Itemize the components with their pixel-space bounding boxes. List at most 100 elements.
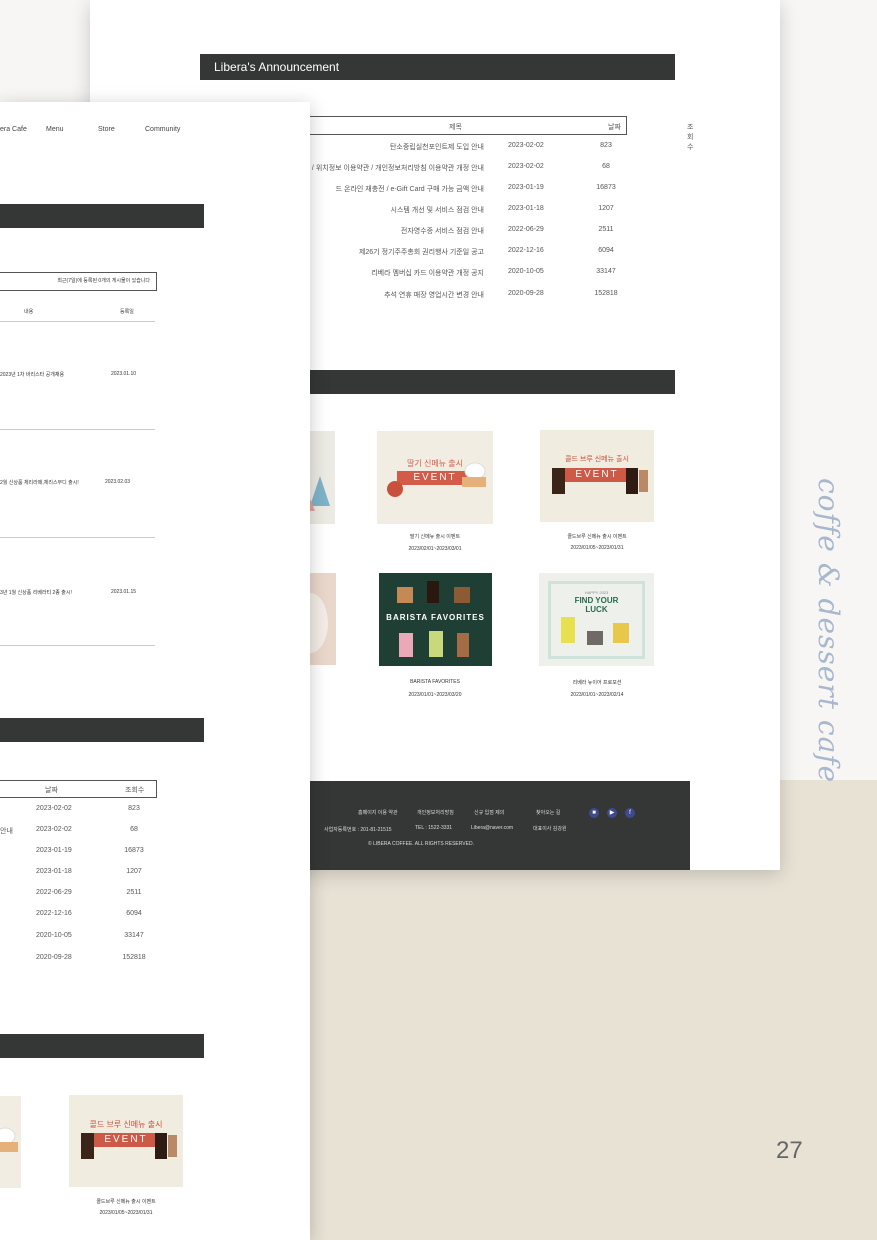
front-row-views: 2511 (126, 889, 142, 896)
front-event-period: 2023/01/05~2023/01/31 (99, 1210, 153, 1216)
front-col-views: 조회수 (125, 787, 145, 794)
announcement-row-views: 16873 (596, 184, 616, 191)
announcement-row-views: 2511 (598, 226, 614, 233)
announcement-row-title: 전자영수증 서비스 점검 안내 (400, 228, 484, 235)
chat-icon[interactable]: ■ (589, 808, 599, 818)
front-col-date: 날짜 (45, 787, 58, 794)
footer-copyright: © LIBERA COFFEE. ALL RIGHTS RESERVED. (368, 841, 474, 847)
nav-item-community[interactable]: Community (145, 126, 180, 133)
event-period-coldbrew: 2023/01/05~2023/01/31 (570, 545, 624, 551)
event-period-barista: 2023/01/01~2023/03/20 (408, 692, 462, 698)
event-caption-coldbrew: 콜드브루 신메뉴 출시 이벤트 (567, 534, 627, 540)
divider (0, 537, 155, 538)
announcement-row-date: 2023-01-18 (508, 205, 544, 212)
event-thumb-strawberry[interactable]: 딸기 신메뉴 출시 EVENT (377, 431, 493, 524)
footer-link-directions[interactable]: 찾아오는 길 (536, 809, 560, 816)
youtube-icon[interactable]: ▶ (607, 808, 617, 818)
announcement-heading-text: Libera's Announcement (214, 60, 340, 74)
front-announcement-heading-bar (0, 718, 204, 742)
announcement-row-views: 152818 (594, 290, 618, 297)
footer-link-privacy[interactable]: 개인정보처리방침 (417, 809, 454, 816)
front-row-views: 33147 (124, 932, 144, 939)
front-row-views: 68 (130, 826, 138, 833)
front-table-header: 날짜 조회수 (0, 780, 157, 798)
front-event-caption: 콜드브루 신메뉴 출시 이벤트 (96, 1199, 156, 1205)
front-row-views: 823 (128, 805, 140, 812)
event-period-newyear: 2023/01/01~2023/02/14 (570, 692, 624, 698)
announcement-row-title: 시스템 개선 및 서비스 점검 안내 (390, 207, 484, 214)
front-row-date: 2020-10-05 (36, 932, 72, 939)
announcement-row-views: 1207 (598, 205, 614, 212)
announcement-row-title: 관방침 / 위치정보 이용약관 / 개인정보처리방침 이용약관 개정 안내 (290, 165, 484, 172)
announcement-table-header: 제목 날짜 조회수 (300, 116, 693, 151)
divider (0, 429, 155, 430)
front-col-content: 내용 (24, 309, 34, 315)
front-event-thumb-coldbrew[interactable]: 콜드 브루 신메뉴 출시 EVENT (69, 1095, 183, 1187)
footer-link-partnership[interactable]: 신규 입점 제의 (474, 809, 504, 816)
announcement-row-title: 드 온라인 재충전 / e-Gift Card 구매 가능 금액 안내 (335, 186, 484, 193)
announcement-row-title: 제26기 정기주주총회 권리행사 기준일 공고 (358, 249, 484, 256)
footer-email[interactable]: Libera@naver.com (471, 825, 513, 831)
front-row-views: 1207 (126, 868, 142, 875)
front-event-thumb-partial[interactable] (0, 1096, 21, 1188)
news-row-date: 2023.01.15 (111, 589, 137, 595)
announcement-row-date: 2022-12-16 (508, 247, 544, 254)
news-row-content[interactable]: 2023년 1차 바리스타 공개채용 (0, 371, 64, 378)
announcement-row-title: 리베라 멤버십 카드 이용약관 개정 공지 (371, 270, 484, 277)
front-row-date: 2023-02-02 (36, 805, 72, 812)
front-row-views: 152818 (122, 954, 146, 961)
nav-item-store[interactable]: Store (98, 126, 115, 133)
col-title: 제목 (449, 124, 462, 131)
front-page: era Cafe Menu Store Community 최근(7일)에 등록… (0, 102, 310, 1240)
event-heading-bar (310, 370, 675, 394)
footer-link-terms[interactable]: 홈페이지 이용 약관 (358, 809, 398, 816)
announcement-row-date: 2022-06-29 (508, 226, 544, 233)
announcement-row-views: 68 (602, 163, 610, 170)
side-vertical-text: coffe & dessert cafe (812, 478, 845, 784)
event-period-strawberry: 2023/02/01~2023/03/01 (408, 546, 462, 552)
footer-tel: TEL : 1522-3331 (415, 825, 453, 831)
announcement-row-title: 추석 연휴 매장 영업시간 변경 안내 (384, 292, 484, 299)
front-row-title: 안내 (0, 828, 13, 835)
front-notice: 최근(7일)에 등록된 0개의 게시물이 있습니다 (0, 272, 157, 291)
announcement-row-date: 2023-01-19 (508, 184, 544, 191)
front-row-date: 2023-01-18 (36, 868, 72, 875)
divider (0, 321, 155, 322)
page-number: 27 (776, 1137, 803, 1164)
nav-item-menu[interactable]: Menu (46, 126, 64, 133)
news-row-content[interactable]: 2월 신상품 체리라떼,체리스무디 출시! (0, 479, 79, 486)
front-row-date: 2022-12-16 (36, 910, 72, 917)
news-row-date: 2023.01.10 (111, 371, 137, 377)
front-row-date: 2020-09-28 (36, 954, 72, 961)
announcement-row-views: 6094 (598, 247, 614, 254)
announcement-row-date: 2023-02-02 (508, 163, 544, 170)
footer-ceo: 대표이사 김강원 (533, 826, 567, 832)
facebook-icon[interactable]: f (625, 808, 635, 818)
event-thumb-newyear[interactable]: HAPPY 2023 FIND YOUR LUCK (539, 573, 654, 666)
event-caption-newyear: 리베라 뉴이어 프로모션 (572, 680, 622, 686)
front-row-date: 2023-01-19 (36, 847, 72, 854)
nav-item-cafe[interactable]: era Cafe (0, 126, 27, 133)
front-row-views: 6094 (126, 910, 142, 917)
front-event-heading-bar (0, 1034, 204, 1058)
announcement-row-title: 탄소중립실천포인트제 도입 안내 (389, 144, 484, 151)
news-row-date: 2023.02.03 (105, 479, 131, 485)
event-thumb-coldbrew[interactable]: 콜드 브루 신메뉴 출시 EVENT (540, 430, 654, 522)
front-row-date: 2022-06-29 (36, 889, 72, 896)
announcement-row-date: 2020-09-28 (508, 290, 544, 297)
announcement-row-views: 33147 (596, 268, 616, 275)
news-row-content[interactable]: 3년 1월 신상품 리베라티 2종 출시! (0, 589, 72, 596)
announcement-row-date: 2020-10-05 (508, 268, 544, 275)
event-thumb-barista[interactable]: BARISTA FAVORITES (379, 573, 492, 666)
front-row-views: 16873 (124, 847, 144, 854)
front-news-heading-bar (0, 204, 204, 228)
front-row-date: 2023-02-02 (36, 826, 72, 833)
footer-business-no: 사업자등록번호 : 201-81-21515 (324, 827, 392, 833)
divider (0, 645, 155, 646)
announcement-row-date: 2023-02-02 (508, 142, 544, 149)
announcement-row-views: 823 (600, 142, 612, 149)
front-col-regdate: 등록일 (120, 309, 134, 315)
announcement-heading: Libera's Announcement (200, 54, 675, 80)
col-date: 날짜 (608, 124, 621, 131)
event-caption-barista: BARISTA FAVORITES (410, 679, 460, 685)
